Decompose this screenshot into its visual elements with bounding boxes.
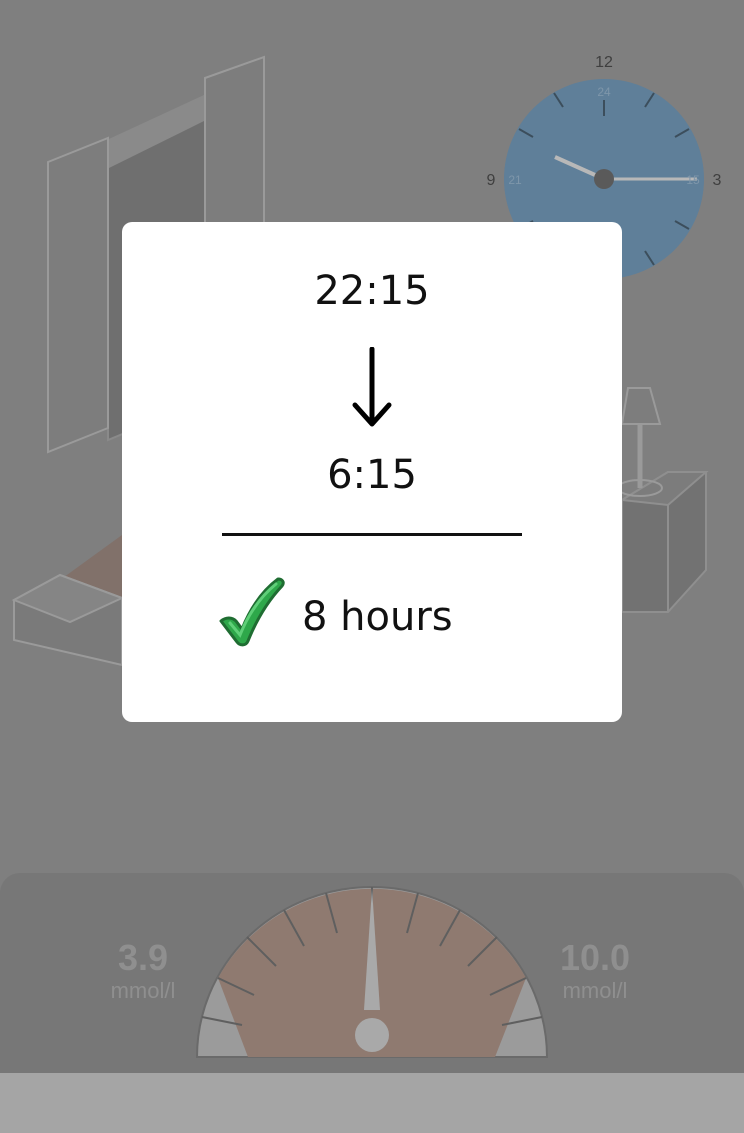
gauge-low-label: 3.9 mmol/l	[93, 938, 193, 1004]
divider	[222, 533, 522, 536]
gauge-high-value: 10.0	[559, 937, 631, 978]
gauge-low-unit: mmol/l	[110, 978, 176, 1003]
sleep-summary-dialog[interactable]: 22:15 6:15 8 hours	[122, 222, 622, 722]
down-arrow-icon	[352, 347, 392, 427]
gauge-high-label: 10.0 mmol/l	[545, 938, 645, 1004]
sleep-duration-label: 8 hours	[302, 594, 453, 640]
green-checkmark-icon	[219, 577, 285, 647]
gauge-low-value: 3.9	[117, 937, 169, 978]
bottom-bar	[0, 1073, 744, 1133]
wake-time-label: 6:15	[327, 452, 417, 498]
bedtime-label: 22:15	[314, 268, 430, 314]
gauge-high-unit: mmol/l	[562, 978, 628, 1003]
